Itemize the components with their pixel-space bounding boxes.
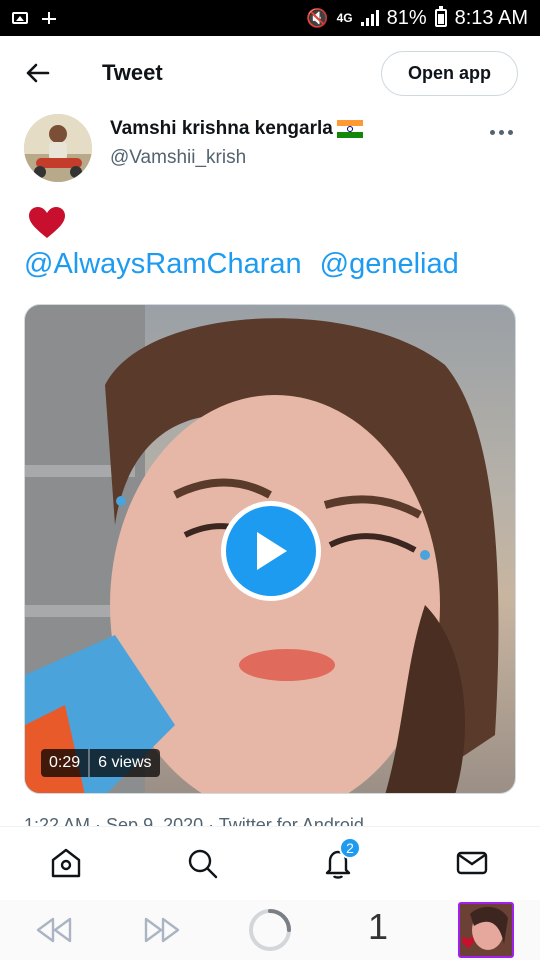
avatar[interactable] (24, 114, 92, 182)
page-title: Tweet (102, 60, 163, 85)
status-left (12, 11, 58, 25)
signal-icon (360, 10, 379, 26)
rewind-icon (36, 917, 72, 943)
notification-count-badge: 2 (339, 837, 361, 859)
video-info-badge: 0:29 6 views (41, 749, 160, 777)
usb-icon (40, 11, 58, 25)
network-type: 4G (336, 10, 353, 25)
nav-home[interactable] (48, 845, 84, 881)
tab-thumbnail[interactable] (458, 902, 514, 958)
tab-count[interactable]: 1 (366, 906, 390, 948)
mail-icon (456, 851, 488, 875)
top-header: Tweet Open app (0, 36, 540, 110)
status-right: 🔇 4G 81% 8:13 AM (306, 6, 528, 30)
status-bar: 🔇 4G 81% 8:13 AM (0, 0, 540, 36)
tab-thumbnail-image (460, 904, 512, 956)
tweet-meta-text: 1:22 AM · Sep 9, 2020 · Twitter for Andr… (24, 816, 364, 826)
home-icon (51, 848, 81, 878)
avatar-image (24, 114, 92, 182)
author-name-text: Vamshi krishna kengarla (110, 118, 333, 139)
nav-search[interactable] (184, 845, 220, 881)
loading-button[interactable] (246, 906, 294, 954)
image-icon (12, 12, 28, 24)
mention-link[interactable]: @geneliad (320, 248, 459, 281)
clock: 8:13 AM (454, 6, 528, 29)
battery-icon (434, 6, 447, 27)
bottom-nav: 2 (0, 826, 540, 900)
tweet-meta: 1:22 AM · Sep 9, 2020 · Twitter for Andr… (24, 816, 516, 826)
more-options-icon[interactable] (490, 128, 516, 136)
author-handle[interactable]: @Vamshii_krish (110, 147, 246, 169)
mention-link[interactable]: @AlwaysRamCharan (24, 248, 302, 281)
nav-messages[interactable] (454, 845, 490, 881)
battery-percent: 81% (386, 6, 427, 29)
video-media[interactable]: 0:29 6 views (24, 304, 516, 794)
play-button[interactable] (221, 501, 321, 601)
fast-forward-button[interactable] (142, 914, 182, 946)
open-app-button[interactable]: Open app (381, 51, 518, 96)
india-flag-icon (336, 120, 363, 138)
tweet-mentions: @AlwaysRamCharan @geneliad (24, 248, 459, 281)
back-button[interactable] (22, 58, 52, 88)
search-icon (188, 849, 218, 879)
loading-spinner-icon (249, 909, 291, 951)
mute-icon: 🔇 (306, 7, 329, 28)
author-name[interactable]: Vamshi krishna kengarla (110, 118, 363, 140)
video-duration: 0:29 (41, 749, 91, 777)
play-icon (257, 532, 287, 570)
arrow-left-icon (26, 63, 50, 83)
heart-icon (28, 206, 68, 242)
rewind-button[interactable] (34, 914, 74, 946)
video-views: 6 views (98, 754, 152, 771)
fast-forward-icon (144, 917, 180, 943)
